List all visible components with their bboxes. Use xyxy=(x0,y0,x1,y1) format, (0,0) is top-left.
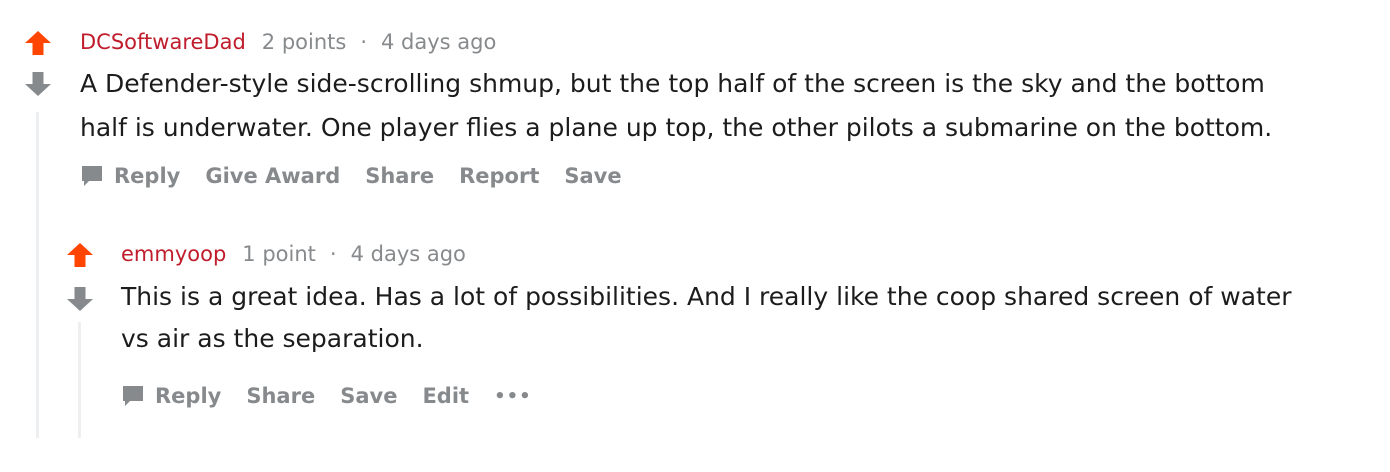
speech-bubble-icon xyxy=(123,386,143,406)
comment-author[interactable]: emmyoop xyxy=(121,242,226,266)
upvote-arrow-icon[interactable] xyxy=(66,242,94,268)
edit-button[interactable]: Edit xyxy=(422,384,469,408)
downvote-arrow-icon[interactable] xyxy=(66,286,94,312)
comment-meta: emmyoop 1 point · 4 days ago xyxy=(121,240,466,268)
reply-button[interactable]: Reply xyxy=(121,383,221,409)
comment-timestamp[interactable]: 4 days ago xyxy=(351,242,466,266)
comment-reply: emmyoop 1 point · 4 days ago This is a grea… xyxy=(0,0,1390,472)
meta-separator: · xyxy=(329,242,337,266)
comment-body: This is a great idea. Has a lot of possi… xyxy=(121,276,1292,360)
comment-body-line: vs air as the separation. xyxy=(121,324,424,353)
comment-thread: DCSoftwareDad 2 points · 4 days ago A Defen… xyxy=(0,0,1390,472)
comment-actions: Reply Share Save Edit ••• xyxy=(121,380,557,412)
share-button[interactable]: Share xyxy=(246,384,315,408)
comment-points: 1 point xyxy=(242,242,316,266)
save-button[interactable]: Save xyxy=(340,384,397,408)
thread-line[interactable] xyxy=(78,322,81,438)
reply-label: Reply xyxy=(155,384,222,408)
comment-body-line: This is a great idea. Has a lot of possi… xyxy=(121,282,1292,311)
more-options-button[interactable]: ••• xyxy=(494,386,532,407)
